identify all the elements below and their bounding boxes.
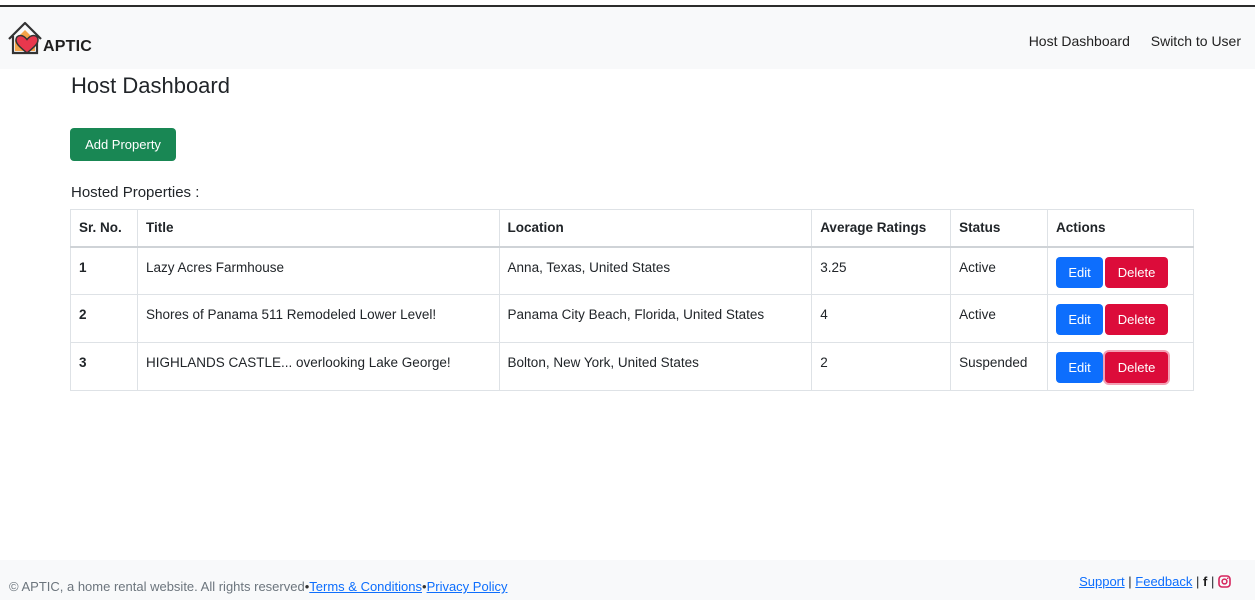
support-link[interactable]: Support xyxy=(1079,574,1125,589)
facebook-icon[interactable]: f xyxy=(1203,574,1207,589)
edit-button[interactable]: Edit xyxy=(1056,304,1104,335)
cell-sr-no: 2 xyxy=(70,294,138,343)
nav-host-dashboard[interactable]: Host Dashboard xyxy=(1029,33,1130,49)
header-actions: Actions xyxy=(1047,209,1194,248)
cell-rating: 4 xyxy=(811,294,952,343)
footer-pipe: | xyxy=(1128,574,1132,589)
footer-pipe: | xyxy=(1196,574,1200,589)
header-sr-no: Sr. No. xyxy=(70,209,138,248)
cell-title: Shores of Panama 511 Remodeled Lower Lev… xyxy=(136,294,500,343)
cell-actions: Edit Delete xyxy=(1047,342,1194,391)
footer-left: © APTIC, a home rental website. All righ… xyxy=(9,579,507,594)
footer-right: Support | Feedback | f | xyxy=(1079,574,1231,589)
section-title: Hosted Properties : xyxy=(71,184,200,201)
brand-logo[interactable]: APTIC xyxy=(6,17,136,61)
feedback-link[interactable]: Feedback xyxy=(1135,574,1192,589)
brand-name: APTIC xyxy=(43,38,92,55)
delete-button[interactable]: Delete xyxy=(1105,352,1169,383)
page-title: Host Dashboard xyxy=(71,73,230,98)
terms-link[interactable]: Terms & Conditions xyxy=(309,579,422,594)
footer: © APTIC, a home rental website. All righ… xyxy=(0,560,1255,600)
table-row: 2 Shores of Panama 511 Remodeled Lower L… xyxy=(70,294,1194,343)
privacy-link[interactable]: Privacy Policy xyxy=(427,579,508,594)
cell-sr-no: 1 xyxy=(70,246,138,295)
delete-button[interactable]: Delete xyxy=(1105,304,1169,335)
navbar: APTIC Host Dashboard Switch to User xyxy=(0,7,1255,69)
cell-location: Bolton, New York, United States xyxy=(498,342,813,391)
cell-rating: 3.25 xyxy=(811,246,952,295)
properties-table: Sr. No. Title Location Average Ratings S… xyxy=(70,209,1194,391)
cell-title: Lazy Acres Farmhouse xyxy=(136,246,500,295)
nav-switch-to-user[interactable]: Switch to User xyxy=(1151,33,1241,49)
cell-sr-no: 3 xyxy=(70,342,138,391)
cell-actions: Edit Delete xyxy=(1047,246,1194,295)
cell-location: Panama City Beach, Florida, United State… xyxy=(498,294,813,343)
edit-button[interactable]: Edit xyxy=(1056,352,1104,383)
cell-status: Active xyxy=(950,294,1049,343)
table-header-row: Sr. No. Title Location Average Ratings S… xyxy=(70,209,1194,248)
header-average-ratings: Average Ratings xyxy=(811,209,952,248)
instagram-icon[interactable] xyxy=(1218,575,1231,588)
header-title: Title xyxy=(136,209,500,248)
footer-pipe: | xyxy=(1210,574,1215,589)
delete-button[interactable]: Delete xyxy=(1105,256,1169,288)
cell-title: HIGHLANDS CASTLE... overlooking Lake Geo… xyxy=(136,342,500,391)
header-status: Status xyxy=(950,209,1049,248)
copyright-text: © APTIC, a home rental website. All righ… xyxy=(9,579,305,594)
nav-links: Host Dashboard Switch to User xyxy=(1012,33,1241,49)
edit-button[interactable]: Edit xyxy=(1056,256,1104,288)
add-property-button[interactable]: Add Property xyxy=(70,128,176,161)
cell-actions: Edit Delete xyxy=(1047,294,1194,343)
cell-status: Active xyxy=(950,246,1049,295)
table-row: 1 Lazy Acres Farmhouse Anna, Texas, Unit… xyxy=(70,246,1194,295)
cell-rating: 2 xyxy=(811,342,952,391)
cell-status: Suspended xyxy=(950,342,1049,391)
table-row: 3 HIGHLANDS CASTLE... overlooking Lake G… xyxy=(70,342,1194,391)
header-location: Location xyxy=(498,209,813,248)
cell-location: Anna, Texas, United States xyxy=(498,246,813,295)
